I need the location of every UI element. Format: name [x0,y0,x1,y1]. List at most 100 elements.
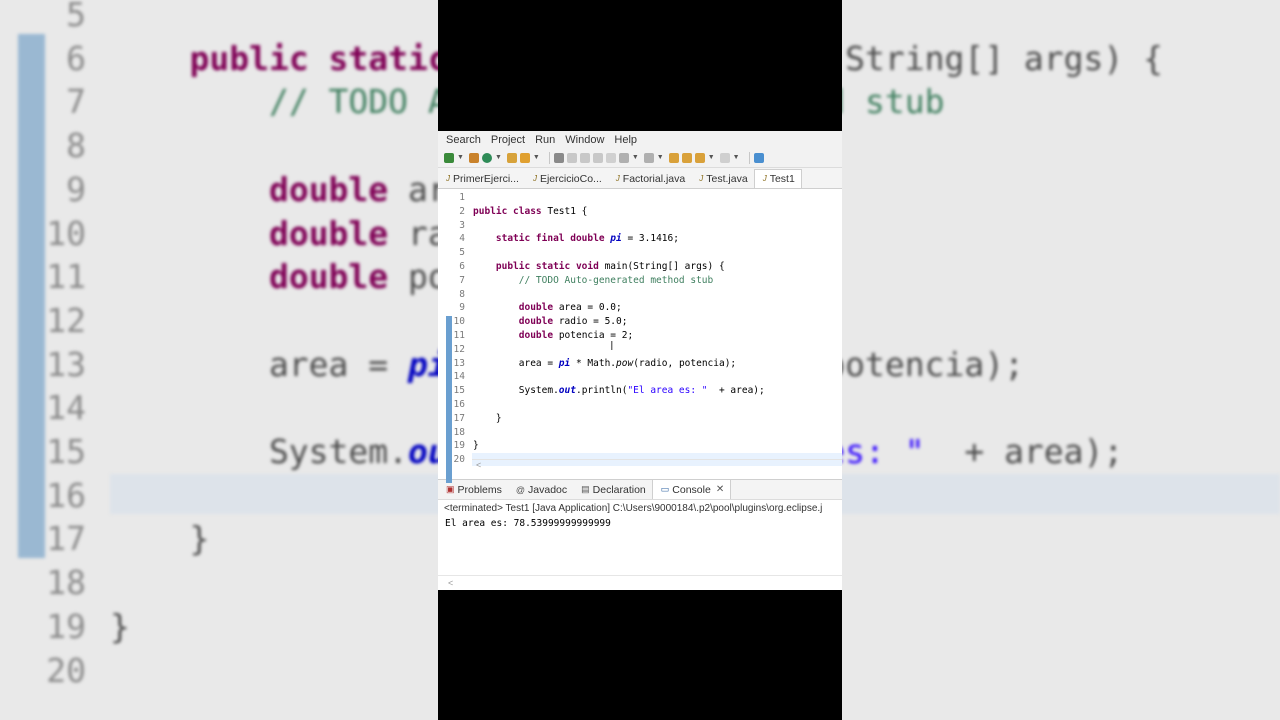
paragraph-icon[interactable] [605,152,616,163]
code-line[interactable]: 15 System.out.println("El area es: " + a… [438,384,842,398]
background-code-line: 20 [0,649,438,693]
pin-icon[interactable] [579,152,590,163]
background-code-line: 15 System.out.println("El area es: " + a… [842,430,1280,474]
code-editor[interactable]: 1 2 public class Test1 {3 4 static final do… [438,189,842,483]
chevron-down-icon[interactable]: ▼ [495,154,502,161]
code-line[interactable]: 19} [438,439,842,453]
tab-ejercicio[interactable]: J EjercicioCo... [525,170,608,188]
chevron-down-icon[interactable]: ▼ [632,154,639,161]
background-code-line: 6 public static (String[] args) { [842,37,1280,81]
menu-search[interactable]: Search [446,134,481,146]
code-line[interactable]: 17 } [438,412,842,426]
background-code-text: System.out.println("El area es: " + area… [842,432,1124,471]
background-code-line: 13 area = pi * Math.pow(radio, potencia)… [0,343,438,387]
horizontal-scrollbar[interactable]: < [472,459,842,471]
background-line-number: 20 [46,650,86,690]
menu-help[interactable]: Help [614,134,637,146]
menu-window[interactable]: Window [565,134,604,146]
code-line[interactable]: 18 [438,426,842,440]
search-icon[interactable] [519,152,530,163]
code-line[interactable]: 13 area = pi * Math.pow(radio, potencia)… [438,357,842,371]
background-code-text: System.out.println("El area es: " + area… [110,432,438,471]
background-code: 56 public static (String[] args) {7 // T… [842,0,1280,720]
debug-icon[interactable] [468,152,479,163]
background-line-number: 10 [46,213,86,253]
background-code-line: 17 } [842,517,1280,561]
tab-test1[interactable]: J Test1 [753,169,802,188]
line-number: 15 [453,385,465,397]
code-text[interactable]: double radio = 5.0; [473,315,628,329]
code-line[interactable]: 6 public static void main(String[] args)… [438,260,842,274]
console-horizontal-scrollbar[interactable]: < [438,575,842,590]
open-type-icon[interactable] [506,152,517,163]
tab-console[interactable]: ▭ Console ✕ [651,480,732,499]
code-line[interactable]: 16 [438,398,842,412]
code-text[interactable]: // TODO Auto-generated method stub [473,274,713,288]
chevron-down-icon[interactable]: ▼ [708,154,715,161]
line-number: 18 [453,426,465,438]
editor-tabs: J PrimerEjerci... J EjercicioCo... J Factor… [438,168,842,189]
code-text[interactable]: area = pi * Math.pow(radio, potencia); [473,357,736,371]
background-code-line: 16 [0,474,438,518]
background-line-number: 9 [66,169,86,209]
code-line[interactable]: 5 [438,246,842,260]
code-text[interactable]: System.out.println("El area es: " + area… [473,384,765,398]
code-line[interactable]: 12 [438,343,842,357]
next-edit-icon[interactable] [618,152,629,163]
console-output: El area es: 78.53999999999999 [445,518,611,529]
line-number: 4 [459,233,465,245]
line-number: 6 [459,261,465,272]
chevron-down-icon[interactable]: ▼ [657,154,664,161]
code-text[interactable]: } [473,412,502,426]
background-code-line: 7 // TODO Auto-generated method stub [0,80,438,124]
code-line[interactable]: 1 [438,191,842,205]
eclipse-window: Search Project Run Window Help ▼ ▼ ▼ ▼ ▼… [438,131,842,590]
code-text[interactable]: public class Test1 { [473,205,587,219]
menu-project[interactable]: Project [491,134,525,146]
tab-primer-ejercicio[interactable]: J PrimerEjerci... [438,170,525,188]
code-line[interactable]: 9 double area = 0.0; [438,301,842,315]
code-line[interactable]: 3 [438,219,842,233]
run-icon[interactable] [481,152,492,163]
console-icon: ▭ [660,484,670,494]
line-number: 19 [453,440,465,452]
tab-declaration[interactable]: ▤ Declaration [573,480,652,499]
tab-javadoc[interactable]: @ Javadoc [508,480,573,499]
declaration-icon: ▤ [581,484,590,494]
line-number: 16 [453,399,465,410]
chevron-down-icon[interactable]: ▼ [533,154,540,161]
back-icon[interactable] [668,152,679,163]
prev-edit-icon[interactable] [643,152,654,163]
forward-history-icon[interactable] [681,152,692,163]
problems-icon: ▣ [446,484,455,494]
code-line[interactable]: 4 static final double pi = 3.1416; [438,232,842,246]
code-line[interactable]: 10 double radio = 5.0; [438,315,842,329]
code-text[interactable]: double area = 0.0; [473,301,622,315]
block-icon[interactable] [592,152,603,163]
code-line[interactable]: 2 public class Test1 { [438,205,842,219]
background-code-line: 8 [842,124,1280,168]
background-line-number: 12 [46,300,86,340]
code-text[interactable]: static final double pi = 3.1416; [473,232,679,246]
background-code-line: 6 public static (String[] args) { [0,37,438,81]
forward-icon[interactable] [719,152,730,163]
next-annotation-icon[interactable] [566,152,577,163]
annotation-icon[interactable] [553,152,564,163]
close-icon[interactable]: ✕ [716,484,724,495]
code-text[interactable]: } [473,439,479,453]
code-text[interactable]: public static void main(String[] args) { [473,260,725,274]
toolbar-separator [548,151,550,164]
code-line[interactable]: 8 [438,288,842,302]
new-icon[interactable] [444,152,454,163]
menu-run[interactable]: Run [535,134,555,146]
open-perspective-icon[interactable] [753,152,764,163]
code-line[interactable]: 14 [438,370,842,384]
tab-factorial[interactable]: J Factorial.java [608,170,691,188]
chevron-down-icon[interactable]: ▼ [457,154,464,161]
background-code-line: 8 [0,124,438,168]
code-line[interactable]: 11 double potencia = 2; [438,329,842,343]
back-nav-icon[interactable] [694,152,705,163]
code-line[interactable]: 7 // TODO Auto-generated method stub [438,274,842,288]
tab-test[interactable]: J Test.java [691,170,753,188]
chevron-down-icon[interactable]: ▼ [733,154,740,161]
